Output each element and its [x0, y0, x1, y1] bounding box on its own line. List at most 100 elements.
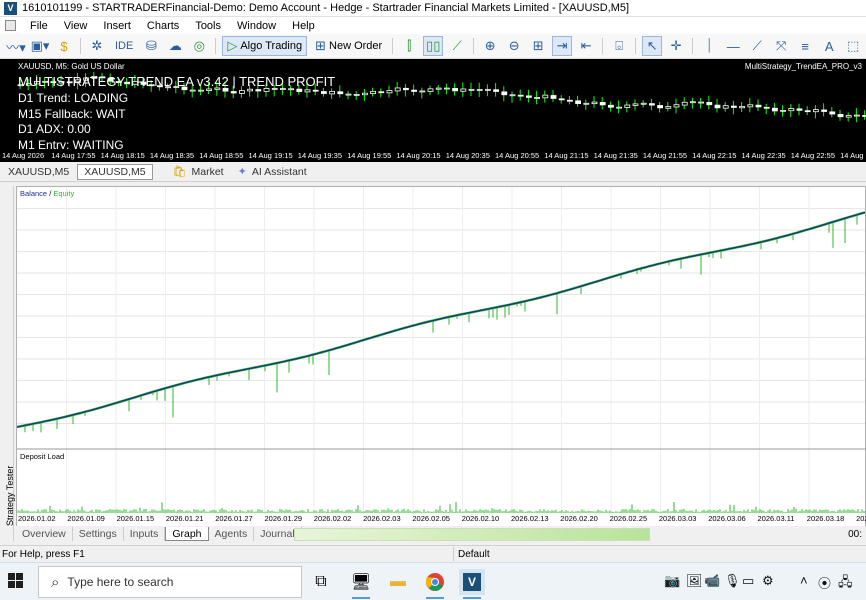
- status-bar: For Help, press F1 Default: [0, 545, 866, 562]
- menu-tools[interactable]: Tools: [187, 20, 229, 32]
- candle-body: [673, 104, 680, 108]
- algo-trading-button[interactable]: ▷ Algo Trading: [222, 36, 308, 56]
- database-button[interactable]: ⛁: [141, 36, 161, 56]
- m15-fallback-status: M15 Fallback: WAIT: [18, 107, 126, 121]
- deposit-button[interactable]: $: [54, 36, 74, 56]
- cursor-button[interactable]: ↖: [642, 36, 663, 56]
- camera-icon[interactable]: 📷: [664, 573, 680, 589]
- mic-icon[interactable]: 🎙: [724, 573, 741, 589]
- candle-body: [731, 105, 737, 108]
- strategy-button[interactable]: ✲: [87, 36, 107, 56]
- ai-assistant-tab[interactable]: ✦ AI Assistant: [232, 164, 313, 179]
- template-icon: ▣▾: [30, 38, 50, 53]
- text-button[interactable]: A: [819, 36, 839, 56]
- chrome-icon[interactable]: [422, 569, 448, 599]
- screenshot-button[interactable]: ⌻: [609, 36, 629, 56]
- taskbar-search-box[interactable]: ⌕ Type here to search: [38, 566, 302, 598]
- menu-view[interactable]: View: [56, 20, 96, 32]
- menu-charts[interactable]: Charts: [139, 20, 187, 32]
- candle-body: [230, 91, 237, 94]
- candle-body: [575, 100, 581, 104]
- price-chart[interactable]: XAUUSD, M5: Gold US Dollar MultiStrategy…: [0, 59, 866, 162]
- cloud-button[interactable]: ☁: [165, 36, 185, 56]
- line-button[interactable]: ⟋: [447, 36, 467, 56]
- graph-date-label: 2026.02.02: [313, 514, 352, 523]
- record-icon[interactable]: ⦿: [818, 573, 831, 592]
- chart-tab-1[interactable]: XAUUSD,M5: [2, 165, 75, 179]
- time-axis-label: 14 Aug 21:55: [642, 151, 688, 160]
- document-icon[interactable]: [5, 20, 16, 31]
- zoom-out-button[interactable]: ⊖: [504, 36, 524, 56]
- market-tab[interactable]: 🛍 Market: [167, 164, 230, 179]
- crosshair-button[interactable]: ✛: [666, 36, 686, 56]
- file-explorer-icon[interactable]: ▬: [385, 569, 411, 595]
- chevron-up-icon[interactable]: ˄: [800, 573, 808, 588]
- tab-settings[interactable]: Settings: [73, 527, 124, 541]
- chart-tab-bar: XAUUSD,M5 XAUUSD,M5 🛍 Market ✦ AI Assist…: [0, 162, 866, 182]
- shapes-icon: ⬚: [847, 38, 860, 53]
- legend-equity: Equity: [53, 189, 75, 198]
- chart-shift-button[interactable]: ⇤: [576, 36, 596, 56]
- time-axis-label: 14 Aug 21:15: [544, 151, 589, 160]
- d1-trend-status: D1 Trend: LOADING: [18, 91, 129, 105]
- menu-window[interactable]: Window: [229, 20, 284, 32]
- horizontal-line-button[interactable]: —: [723, 36, 743, 56]
- tools-button[interactable]: ⤧: [771, 36, 791, 56]
- windows-start-icon[interactable]: [8, 573, 24, 589]
- graph-date-label: 2026.02.25: [609, 514, 648, 523]
- tab-graph[interactable]: Graph: [165, 527, 209, 541]
- vps-button[interactable]: ◎: [189, 36, 209, 56]
- autoscroll-button[interactable]: ⇥: [552, 36, 573, 56]
- menu-insert[interactable]: Insert: [95, 20, 139, 32]
- tab-inputs[interactable]: Inputs: [124, 527, 166, 541]
- time-axis-label: 14 Aug 19:15: [248, 151, 293, 160]
- candle-body: [320, 91, 327, 94]
- tab-overview[interactable]: Overview: [16, 527, 73, 541]
- candle-body: [796, 108, 803, 111]
- vertical-line-icon: ⏐: [705, 38, 713, 53]
- time-axis-label: 14 Aug 22:15: [692, 151, 737, 160]
- bar-chart-button[interactable]: ⫿: [399, 36, 419, 56]
- candle-body: [763, 106, 770, 109]
- grid-button[interactable]: ⊞: [528, 36, 548, 56]
- candle-body: [550, 95, 557, 99]
- tab-agents[interactable]: Agents: [209, 527, 255, 541]
- shapes-button[interactable]: ⬚: [843, 36, 863, 56]
- metatrader-taskbar-icon[interactable]: V: [459, 569, 485, 599]
- menu-help[interactable]: Help: [284, 20, 323, 32]
- camera-icon: ⌻: [615, 38, 624, 53]
- windows-taskbar: ⌕ Type here to search ⧉ 🖥 ▬ V 📷 🖼 📹 🎙 ▭ …: [0, 562, 866, 600]
- templates-button[interactable]: ▣▾: [30, 36, 50, 56]
- candle-body: [484, 88, 491, 91]
- candle-body: [468, 88, 475, 91]
- graph-date-label: 2026.01.02: [18, 514, 56, 523]
- candlestick-button[interactable]: ▯▯: [423, 36, 444, 56]
- menu-file[interactable]: File: [22, 20, 56, 32]
- zoom-in-button[interactable]: ⊕: [480, 36, 500, 56]
- dropbox-icon[interactable]: ▭: [742, 573, 754, 589]
- network-icon[interactable]: 🖧: [838, 573, 853, 595]
- desktop-app-icon[interactable]: 🖥: [348, 569, 374, 599]
- chart-tab-2[interactable]: XAUUSD,M5: [77, 163, 153, 180]
- crosshair-icon: ✛: [670, 38, 682, 53]
- photo-icon[interactable]: 🖼: [686, 573, 703, 589]
- video-icon[interactable]: 📹: [704, 573, 720, 589]
- candle-body: [845, 115, 852, 118]
- chart-type-button[interactable]: 〰▾: [6, 36, 26, 56]
- task-view-icon[interactable]: ⧉: [308, 569, 334, 595]
- ide-button[interactable]: IDE: [111, 36, 137, 56]
- elapsed-time: 00:: [848, 529, 862, 540]
- graph-legend: Balance / Equity: [20, 189, 74, 198]
- new-order-button[interactable]: ⊞ New Order: [311, 36, 386, 56]
- settings-icon[interactable]: ⚙: [762, 573, 774, 589]
- trendline-button[interactable]: ⟋: [747, 36, 767, 56]
- status-divider: [453, 547, 454, 561]
- metatrader-icon: V: [463, 573, 481, 591]
- candle-body: [345, 93, 352, 96]
- vertical-line-button[interactable]: ⏐: [699, 36, 719, 56]
- vps-icon: ◎: [193, 38, 206, 53]
- candle-body: [854, 114, 860, 117]
- fibo-button[interactable]: ≡: [795, 36, 815, 56]
- candle-body: [624, 104, 631, 108]
- sparkle-icon: ✦: [237, 166, 247, 178]
